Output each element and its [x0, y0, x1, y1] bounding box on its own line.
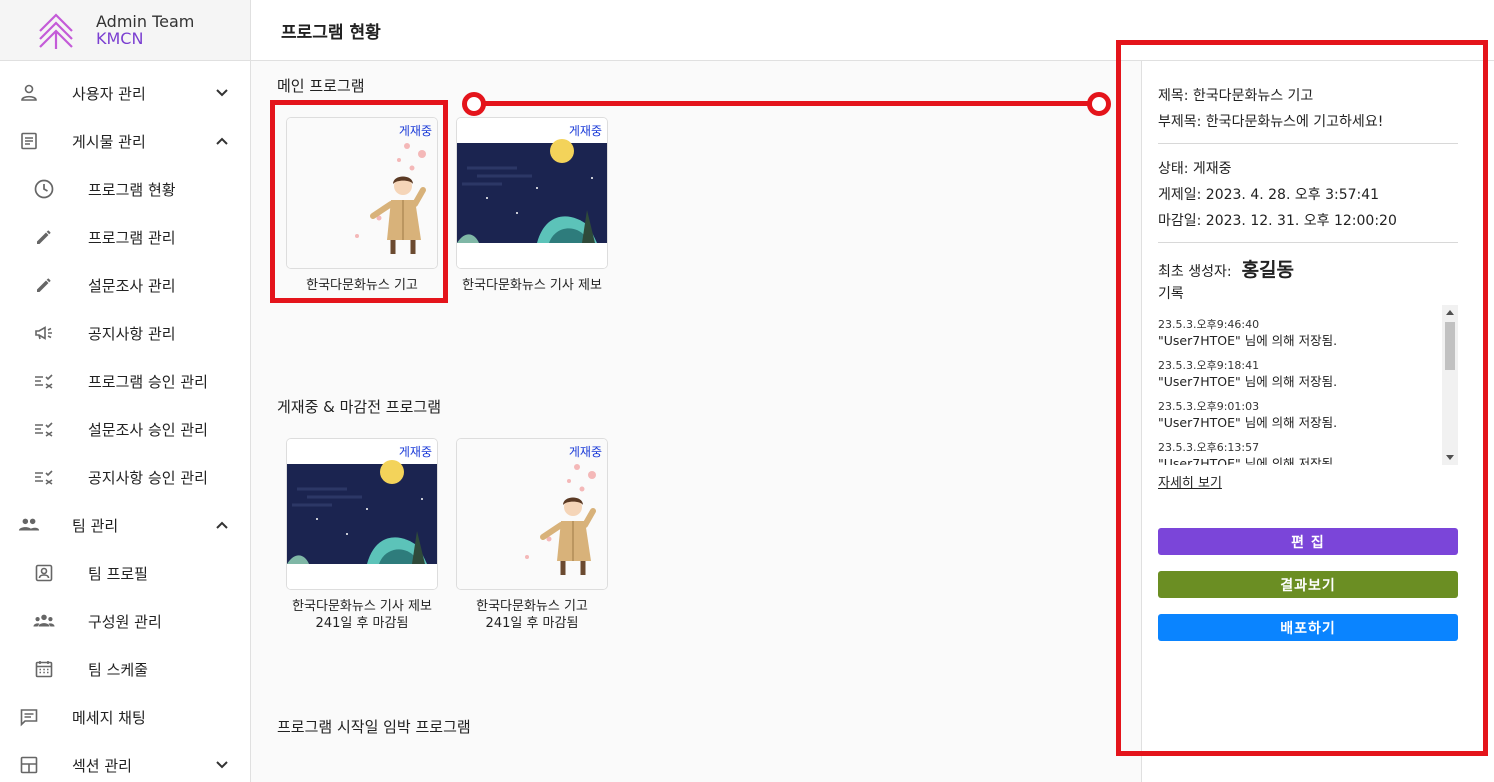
person-icon [18, 82, 40, 104]
section-title-active: 게재중 & 마감전 프로그램 [277, 398, 442, 416]
checklist-icon [33, 466, 55, 488]
reporter-illustration [457, 439, 607, 589]
sidebar-item-post-management[interactable]: 게시물 관리 [0, 117, 250, 165]
sidebar-item-program-status[interactable]: 프로그램 현황 [0, 165, 250, 213]
brand-header[interactable]: Admin Team KMCN [0, 0, 250, 61]
page-title: 프로그램 현황 [281, 23, 381, 43]
calendar-icon [33, 658, 55, 680]
connector-dot-left [462, 92, 486, 116]
checklist-icon [33, 418, 55, 440]
status-badge: 게재중 [398, 124, 432, 138]
members-icon [33, 610, 55, 632]
sidebar-item-survey-management[interactable]: 설문조사 관리 [0, 261, 250, 309]
highlight-box-detail-panel [1116, 40, 1488, 756]
program-card[interactable]: 게재중 [456, 117, 608, 269]
card-deadline: 241일 후 마감됨 [315, 616, 409, 631]
clock-icon [33, 178, 55, 200]
sidebar-item-label: 팀 관리 [72, 516, 119, 535]
sidebar-item-team-profile[interactable]: 팀 프로필 [0, 549, 250, 597]
card-title: 한국다문화뉴스 기사 제보 [292, 599, 432, 614]
card-title: 한국다문화뉴스 기고 [476, 599, 588, 614]
chevron-down-icon [216, 761, 228, 769]
sidebar-item-notice-management[interactable]: 공지사항 관리 [0, 309, 250, 357]
sidebar-item-label: 설문조사 관리 [88, 276, 176, 295]
card-caption: 한국다문화뉴스 기사 제보 [462, 278, 602, 293]
sidebar-item-notice-approval[interactable]: 공지사항 승인 관리 [0, 453, 250, 501]
sidebar-item-team-schedule[interactable]: 팀 스케줄 [0, 645, 250, 693]
pencil-icon [33, 226, 55, 248]
pencil-icon [33, 274, 55, 296]
sidebar: Admin Team KMCN 사용자 관리 게시물 관리 프로그램 현황 프로… [0, 0, 251, 782]
megaphone-icon [33, 322, 55, 344]
connector-line [474, 101, 1100, 106]
card-deadline: 241일 후 마감됨 [485, 616, 579, 631]
sidebar-item-member-management[interactable]: 구성원 관리 [0, 597, 250, 645]
program-card[interactable]: 게재중 [286, 438, 438, 590]
status-badge: 게재중 [568, 445, 602, 459]
sidebar-item-label: 섹션 관리 [72, 756, 132, 775]
sidebar-item-label: 공지사항 승인 관리 [88, 468, 208, 487]
chat-icon [18, 706, 40, 728]
sidebar-item-label: 프로그램 관리 [88, 228, 176, 247]
section-title-upcoming: 프로그램 시작일 임박 프로그램 [277, 718, 471, 736]
chevron-down-icon [216, 89, 228, 97]
status-badge: 게재중 [398, 445, 432, 459]
sidebar-item-label: 설문조사 승인 관리 [88, 420, 208, 439]
sidebar-item-section-management[interactable]: 섹션 관리 [0, 741, 250, 782]
sidebar-item-label: 사용자 관리 [72, 84, 146, 103]
sidebar-item-team-management[interactable]: 팀 관리 [0, 501, 250, 549]
sidebar-item-survey-approval[interactable]: 설문조사 승인 관리 [0, 405, 250, 453]
sidebar-item-label: 메세지 채팅 [72, 708, 146, 727]
sidebar-item-label: 팀 프로필 [88, 564, 148, 583]
sidebar-item-program-management[interactable]: 프로그램 관리 [0, 213, 250, 261]
brand-team: Admin Team [96, 12, 195, 31]
sidebar-item-label: 프로그램 승인 관리 [88, 372, 208, 391]
checklist-icon [33, 370, 55, 392]
sidebar-nav: 사용자 관리 게시물 관리 프로그램 현황 프로그램 관리 설문조사 관리 공지… [0, 61, 250, 782]
chevron-up-icon [216, 521, 228, 529]
article-icon [18, 130, 40, 152]
card-caption: 한국다문화뉴스 기사 제보 241일 후 마감됨 [277, 598, 447, 632]
sidebar-item-label: 팀 스케줄 [88, 660, 148, 679]
status-badge: 게재중 [568, 124, 602, 138]
sidebar-item-program-approval[interactable]: 프로그램 승인 관리 [0, 357, 250, 405]
chevron-up-icon [216, 137, 228, 145]
profile-card-icon [33, 562, 55, 584]
sidebar-item-label: 프로그램 현황 [88, 180, 176, 199]
sidebar-item-label: 구성원 관리 [88, 612, 162, 631]
card-caption: 한국다문화뉴스 기고 241일 후 마감됨 [447, 598, 617, 632]
sidebar-item-user-management[interactable]: 사용자 관리 [0, 69, 250, 117]
brand-org: KMCN [96, 29, 144, 48]
section-title-main: 메인 프로그램 [277, 77, 365, 95]
program-card[interactable]: 게재중 [456, 438, 608, 590]
night-moon-illustration [287, 439, 437, 589]
sidebar-item-label: 공지사항 관리 [88, 324, 176, 343]
section-icon [18, 754, 40, 776]
logo-icon [39, 13, 73, 49]
sidebar-item-message-chat[interactable]: 메세지 채팅 [0, 693, 250, 741]
connector-dot-right [1087, 92, 1111, 116]
group-icon [18, 514, 40, 536]
night-moon-illustration [457, 118, 607, 268]
sidebar-item-label: 게시물 관리 [72, 132, 146, 151]
